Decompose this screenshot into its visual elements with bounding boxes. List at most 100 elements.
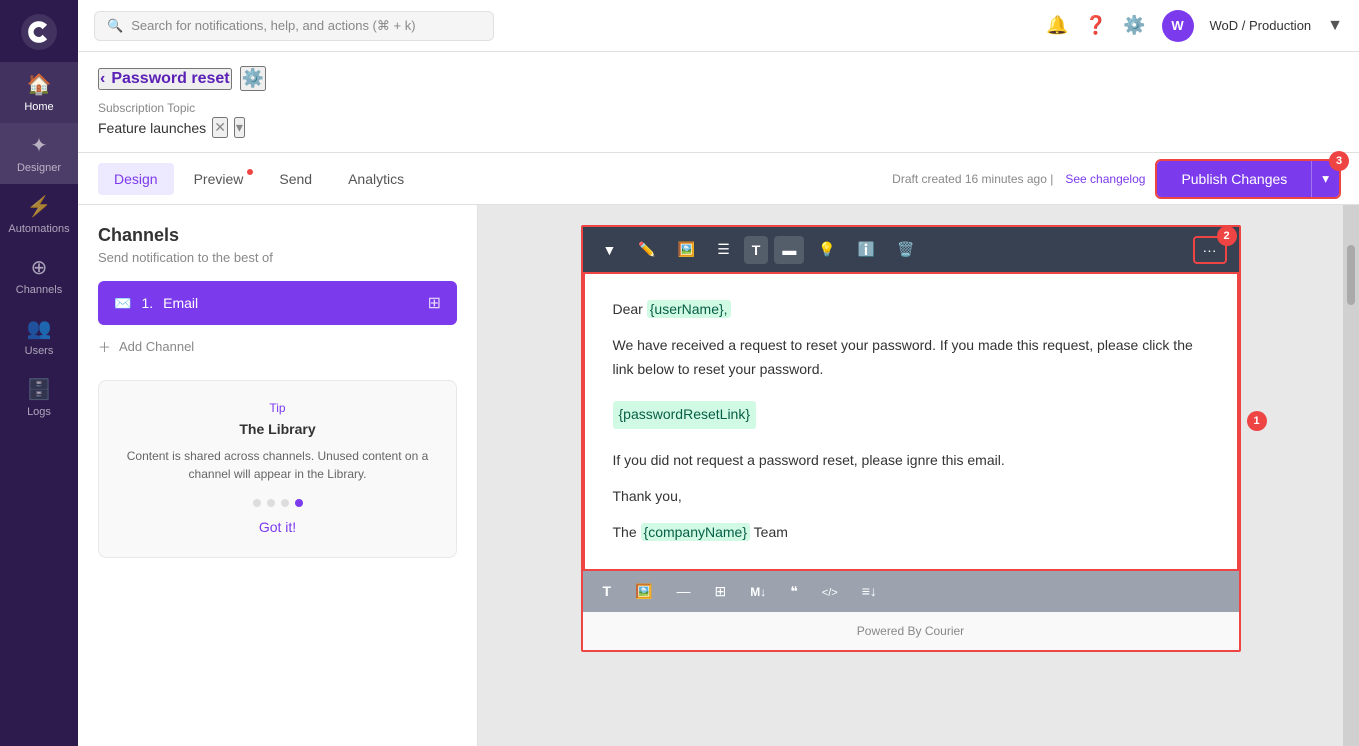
channels-title: Channels — [98, 225, 457, 246]
bulb-button[interactable]: 💡 — [810, 235, 843, 264]
subscription-remove-button[interactable]: ✕ — [212, 117, 228, 138]
tip-title: The Library — [119, 421, 436, 437]
info-button[interactable]: ℹ️ — [850, 235, 883, 264]
email-channel-button[interactable]: ✉️ 1. Email ⊞ — [98, 281, 457, 325]
tab-bar-right: Draft created 16 minutes ago | See chang… — [892, 161, 1339, 197]
logs-icon: 🗄️ — [27, 377, 52, 402]
company-name-variable[interactable]: {companyName} — [641, 523, 751, 541]
notification-title: Password reset — [111, 70, 229, 88]
avatar[interactable]: W — [1162, 10, 1194, 42]
search-placeholder: Search for notifications, help, and acti… — [131, 18, 415, 34]
password-reset-link-variable[interactable]: {passwordResetLink} — [613, 401, 757, 429]
automations-icon: ⚡ — [27, 194, 52, 219]
topbar: 🔍 Search for notifications, help, and ac… — [78, 0, 1359, 52]
format-table-icon: ⊞ — [715, 583, 727, 599]
image-button[interactable]: 🖼️ — [670, 235, 703, 264]
left-panel: Channels Send notification to the best o… — [78, 205, 478, 746]
sidebar-item-label: Users — [25, 345, 54, 357]
home-icon: 🏠 — [27, 72, 52, 97]
sidebar-item-automations[interactable]: ⚡ Automations — [0, 184, 78, 245]
format-more-list-button[interactable]: ≡↓ — [854, 579, 885, 603]
channels-subtitle: Send notification to the best of — [98, 250, 457, 265]
format-md-icon: M↓ — [750, 585, 766, 599]
format-hr-icon: — — [677, 583, 691, 599]
filter-button[interactable]: ▼ — [595, 236, 625, 264]
text-block-icon: ▬ — [782, 242, 796, 258]
email-closing: The {companyName} Team — [613, 521, 1209, 545]
text-t-button[interactable]: T — [744, 236, 769, 264]
sidebar-item-label: Logs — [27, 406, 51, 418]
publish-changes-button[interactable]: Publish Changes — [1157, 161, 1311, 197]
sidebar-item-users[interactable]: 👥 Users — [0, 306, 78, 367]
subscription-expand-button[interactable]: ▾ — [234, 117, 245, 138]
add-channel-button[interactable]: ＋ Add Channel — [98, 337, 194, 356]
edit-button[interactable]: ✏️ — [630, 235, 663, 264]
settings-icon[interactable]: ⚙️ — [1123, 15, 1145, 36]
add-channel-label: Add Channel — [119, 339, 194, 354]
sidebar: 🏠 Home ✦ Designer ⚡ Automations ⊕ Channe… — [0, 0, 78, 746]
designer-icon: ✦ — [31, 133, 48, 158]
email-body3: Thank you, — [613, 485, 1209, 509]
list-button[interactable]: ☰ — [709, 235, 738, 264]
email-footer: Powered By Courier — [583, 612, 1239, 650]
editor-body: Channels Send notification to the best o… — [78, 205, 1359, 746]
tab-send[interactable]: Send — [263, 163, 328, 195]
topbar-right: 🔔 ❓ ⚙️ W WoD / Production ▼ — [1046, 10, 1343, 42]
format-image-button[interactable]: 🖼️ — [627, 579, 660, 604]
format-quote-button[interactable]: ❝ — [782, 579, 806, 604]
subscription-section: Subscription Topic Feature launches ✕ ▾ — [98, 101, 266, 138]
email-body2: If you did not request a password reset,… — [613, 449, 1209, 473]
tip-section-label: Tip — [119, 401, 436, 415]
tip-dot-2 — [267, 499, 275, 507]
trash-button[interactable]: 🗑️ — [889, 235, 922, 264]
username-variable[interactable]: {userName}, — [647, 300, 731, 318]
app-logo[interactable] — [17, 10, 61, 54]
sidebar-item-home[interactable]: 🏠 Home — [0, 62, 78, 123]
trash-icon: 🗑️ — [897, 241, 914, 258]
format-code-button[interactable]: </> — [814, 579, 846, 603]
email-greeting: Dear {userName}, — [613, 298, 1209, 322]
edit-icon: ✏️ — [638, 241, 655, 258]
tab-bar: Design Preview Send Analytics Draft crea… — [78, 153, 1359, 205]
sidebar-item-label: Home — [24, 101, 53, 113]
format-image-icon: 🖼️ — [635, 583, 652, 599]
notifications-icon[interactable]: 🔔 — [1046, 15, 1068, 36]
back-button[interactable]: ‹ Password reset — [98, 68, 232, 90]
format-text-button[interactable]: T — [595, 579, 620, 603]
email-toolbar: ▼ ✏️ 🖼️ ☰ T — [583, 227, 1239, 272]
sidebar-item-channels[interactable]: ⊕ Channels — [0, 245, 78, 306]
notification-settings-button[interactable]: ⚙️ — [240, 66, 266, 91]
toolbar-badge-2: 2 — [1217, 226, 1237, 246]
subscription-label: Subscription Topic — [98, 101, 266, 115]
main-content: 🔍 Search for notifications, help, and ac… — [78, 0, 1359, 746]
format-hr-button[interactable]: — — [669, 579, 699, 603]
help-icon[interactable]: ❓ — [1085, 15, 1107, 36]
publish-btn-wrapper: Publish Changes ▾ 3 — [1157, 161, 1339, 197]
email-channel-number: 1. — [141, 295, 153, 311]
sidebar-item-logs[interactable]: 🗄️ Logs — [0, 367, 78, 428]
workspace-chevron-icon[interactable]: ▼ — [1327, 17, 1343, 35]
text-t-icon: T — [752, 242, 761, 258]
info-icon: ℹ️ — [858, 241, 875, 258]
tab-design[interactable]: Design — [98, 163, 174, 195]
format-md-button[interactable]: M↓ — [742, 579, 774, 603]
channels-icon: ⊕ — [31, 255, 48, 280]
got-it-button[interactable]: Got it! — [259, 519, 296, 535]
format-table-button[interactable]: ⊞ — [707, 579, 735, 604]
tip-dot-4 — [295, 499, 303, 507]
format-more-list-icon: ≡↓ — [862, 583, 877, 599]
tab-preview[interactable]: Preview — [178, 163, 260, 195]
tip-dots — [119, 499, 436, 507]
email-body1: We have received a request to reset your… — [613, 334, 1209, 382]
add-icon: ＋ — [98, 337, 111, 356]
scrollbar[interactable] — [1343, 205, 1359, 746]
tab-analytics[interactable]: Analytics — [332, 163, 420, 195]
sidebar-item-designer[interactable]: ✦ Designer — [0, 123, 78, 184]
text-block-button[interactable]: ▬ — [774, 236, 804, 264]
email-icon: ✉️ — [114, 295, 131, 312]
draft-status: Draft created 16 minutes ago | — [892, 172, 1053, 186]
image-icon: 🖼️ — [678, 241, 695, 258]
changelog-link[interactable]: See changelog — [1065, 172, 1145, 186]
search-bar[interactable]: 🔍 Search for notifications, help, and ac… — [94, 11, 494, 41]
scrollbar-thumb[interactable] — [1347, 245, 1355, 305]
